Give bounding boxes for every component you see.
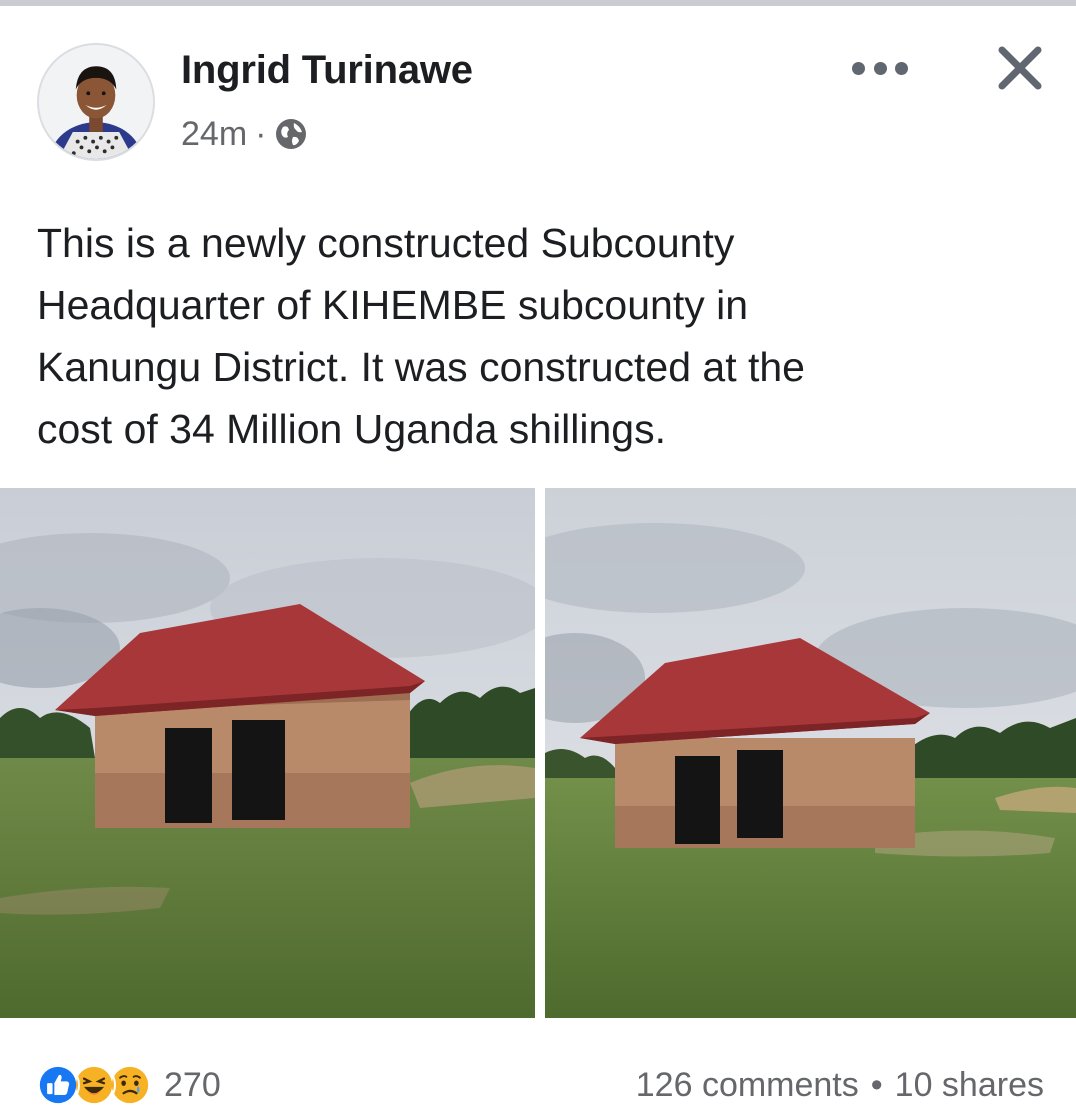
top-divider [0, 0, 1076, 6]
post-photo-2[interactable] [545, 488, 1076, 1018]
meta-separator: · [255, 114, 267, 153]
post-photo-1[interactable] [0, 488, 535, 1018]
like-icon [36, 1063, 80, 1107]
reaction-count[interactable]: 270 [164, 1066, 221, 1105]
more-options-icon[interactable] [852, 56, 908, 80]
engagement-stats: 126 comments • 10 shares [636, 1062, 1044, 1108]
author-avatar[interactable] [37, 43, 155, 161]
comments-count[interactable]: 126 comments [636, 1066, 859, 1105]
shares-count[interactable]: 10 shares [895, 1066, 1044, 1105]
reaction-summary[interactable]: 270 [36, 1062, 221, 1108]
post-time[interactable]: 24m [181, 115, 247, 154]
post-text: This is a newly constructed Subcounty He… [37, 220, 805, 452]
post-meta: 24m · [181, 114, 308, 154]
stats-separator: • [870, 1065, 883, 1104]
globe-icon [274, 117, 308, 151]
author-name[interactable]: Ingrid Turinawe [181, 48, 473, 93]
close-icon[interactable] [996, 44, 1044, 92]
